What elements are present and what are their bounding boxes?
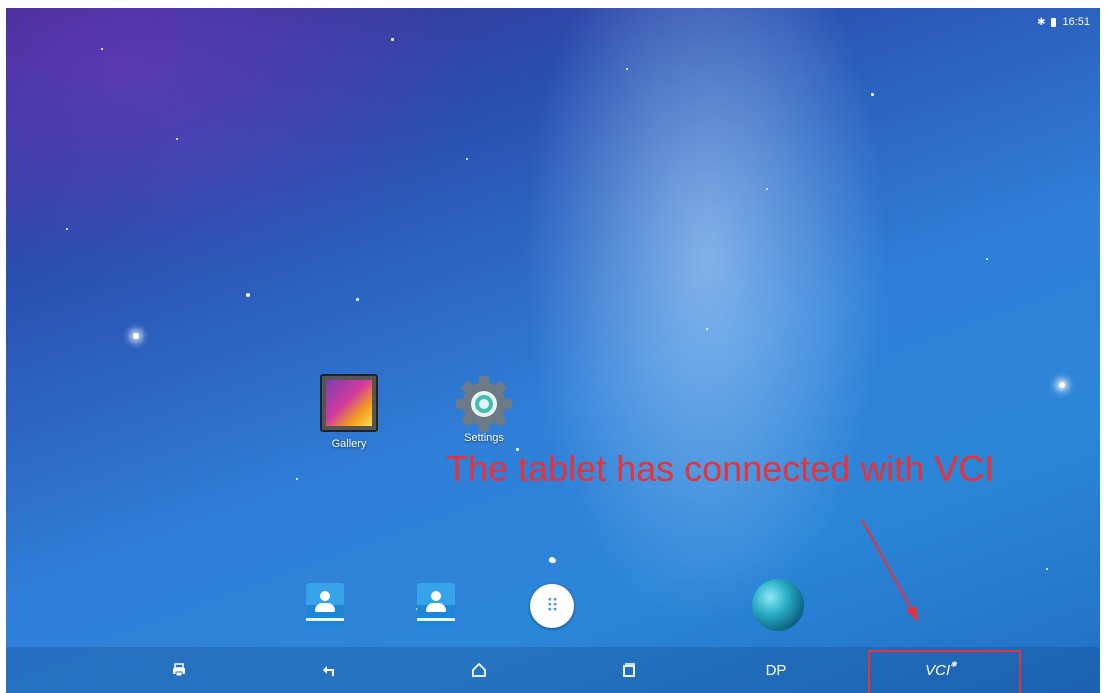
star <box>1046 568 1048 570</box>
bluetooth-icon: ✱ <box>1037 16 1046 28</box>
annotation-arrow <box>861 519 918 622</box>
gallery-icon <box>320 374 378 432</box>
star <box>626 68 628 70</box>
star <box>133 333 139 339</box>
star <box>246 293 250 297</box>
star <box>1059 382 1065 388</box>
star <box>101 48 103 50</box>
browser-app[interactable] <box>752 579 804 631</box>
vci-highlight-box <box>868 650 1021 693</box>
star <box>66 228 68 230</box>
home-button[interactable] <box>454 647 504 693</box>
contacts-app-2[interactable] <box>417 583 455 627</box>
printer-icon <box>173 663 185 677</box>
home-icon <box>472 662 486 677</box>
all-apps-icon: ⠿ <box>530 584 574 628</box>
page-indicator-dot <box>549 557 555 563</box>
back-icon <box>323 666 334 676</box>
star <box>391 38 394 41</box>
star <box>871 93 874 96</box>
recents-icon <box>623 663 635 677</box>
star <box>296 478 298 480</box>
settings-gear-icon <box>456 376 512 432</box>
status-time: 16:51 <box>1062 16 1090 28</box>
star <box>986 258 988 260</box>
gallery-app[interactable]: Gallery <box>320 374 378 450</box>
star <box>766 188 768 190</box>
settings-app[interactable]: Settings <box>454 374 514 444</box>
gallery-label: Gallery <box>331 438 367 450</box>
back-button[interactable] <box>304 647 354 693</box>
status-bar: ✱ 16:51 <box>1037 16 1090 28</box>
star <box>466 158 468 160</box>
star <box>176 138 178 140</box>
battery-icon <box>1051 17 1057 27</box>
contacts-app[interactable] <box>306 583 344 627</box>
browser-globe-icon <box>752 579 804 631</box>
home-screen: ✱ 16:51 Gallery Settings The tablet has … <box>6 8 1100 693</box>
all-apps-button[interactable]: ⠿ <box>530 584 574 628</box>
star <box>356 298 359 301</box>
annotation-text: The tablet has connected with VCI <box>446 448 995 489</box>
star <box>706 328 708 330</box>
dp-button[interactable]: DP <box>751 647 801 693</box>
print-button[interactable] <box>154 647 204 693</box>
recents-button[interactable] <box>604 647 654 693</box>
contacts-icon <box>417 583 455 627</box>
contacts-icon <box>306 583 344 627</box>
